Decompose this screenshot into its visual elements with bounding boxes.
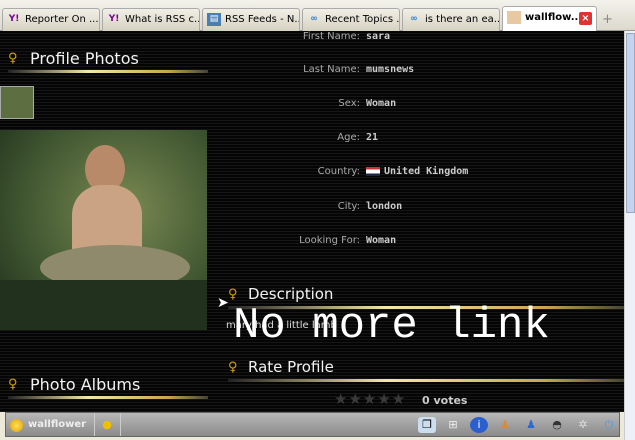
gauge-icon[interactable]: ◓	[548, 417, 566, 433]
last-name-value: mumsnews	[366, 64, 415, 75]
looking-for-label: Looking For:	[299, 235, 360, 246]
info-icon[interactable]: i	[470, 417, 488, 433]
tab-is-there[interactable]: ∞ is there an ea...	[402, 8, 500, 31]
profile-page: ♀ Profile Photos ♀ Photo Albums First Na…	[0, 31, 624, 412]
username-label[interactable]: wallflower	[28, 419, 86, 430]
key-icon: ♀	[8, 377, 18, 392]
yahoo-icon: Y!	[8, 14, 20, 24]
sex-value: Woman	[366, 98, 397, 109]
tab-what-is-rss[interactable]: Y! What is RSS c...	[102, 8, 200, 31]
city-label: City:	[337, 201, 360, 212]
key-icon: ♀	[8, 51, 18, 66]
scrollbar[interactable]	[624, 31, 635, 440]
mouse-cursor-icon: ➤	[217, 295, 229, 311]
votes-count: 0 votes	[422, 394, 468, 407]
chat-icon[interactable]: ●	[98, 417, 116, 433]
last-name-label: Last Name:	[303, 64, 360, 75]
tab-wallflower[interactable]: wallflow... ×	[502, 6, 597, 31]
tab-rss-feeds[interactable]: ▤ RSS Feeds - N...	[202, 8, 300, 31]
forum-icon: ∞	[410, 14, 418, 24]
friends-icon[interactable]: ♟	[496, 417, 514, 433]
divider	[8, 396, 208, 399]
browser-tab-bar: Y! Reporter On ... Y! What is RSS c... ▤ RS…	[0, 0, 635, 31]
cart-icon[interactable]: ⊞	[444, 417, 462, 433]
close-tab-icon[interactable]: ×	[579, 12, 592, 25]
tab-reporter[interactable]: Y! Reporter On ...	[2, 8, 100, 31]
key-icon: ♀	[228, 287, 238, 302]
age-value: 21	[366, 132, 379, 143]
scrollbar-thumb[interactable]	[626, 33, 635, 213]
profile-photos-heading: Profile Photos	[30, 49, 139, 68]
user-icon[interactable]: ♟	[522, 417, 540, 433]
country-label: Country:	[317, 166, 360, 177]
yahoo-icon: Y!	[108, 14, 120, 24]
divider	[8, 70, 208, 73]
city-value: london	[366, 201, 403, 212]
uk-flag-icon	[366, 167, 380, 176]
photo-thumbnail[interactable]	[0, 86, 34, 119]
profile-photo[interactable]	[0, 130, 207, 330]
rate-profile-heading: Rate Profile	[248, 358, 334, 376]
overlay-caption: No more link	[233, 301, 550, 351]
tab-recent-topics[interactable]: ∞ Recent Topics ...	[302, 8, 400, 31]
key-icon: ♀	[228, 360, 238, 375]
page-icon: ▤	[207, 13, 221, 26]
divider	[228, 379, 624, 382]
sex-label: Sex:	[338, 98, 360, 109]
chat-toolbar: wallflower ● ❐ ⊞ i ♟ ♟ ◓ ✲ ⏻	[5, 412, 620, 437]
age-label: Age:	[337, 132, 360, 143]
new-tab-icon[interactable]: +	[602, 12, 613, 27]
photo-albums-heading: Photo Albums	[30, 375, 141, 394]
power-icon[interactable]: ⏻	[600, 417, 618, 433]
first-name-label: First Name:	[302, 31, 360, 42]
windows-icon[interactable]: ❐	[418, 417, 436, 433]
status-icon[interactable]	[10, 419, 23, 432]
profile-icon	[507, 11, 521, 24]
looking-for-value: Woman	[366, 235, 397, 246]
forum-icon: ∞	[310, 14, 318, 24]
settings-icon[interactable]: ✲	[574, 417, 592, 433]
first-name-value: sara	[366, 31, 391, 42]
star-rating[interactable]: ★★★★★	[334, 390, 406, 408]
country-value: United Kingdom	[384, 166, 469, 177]
